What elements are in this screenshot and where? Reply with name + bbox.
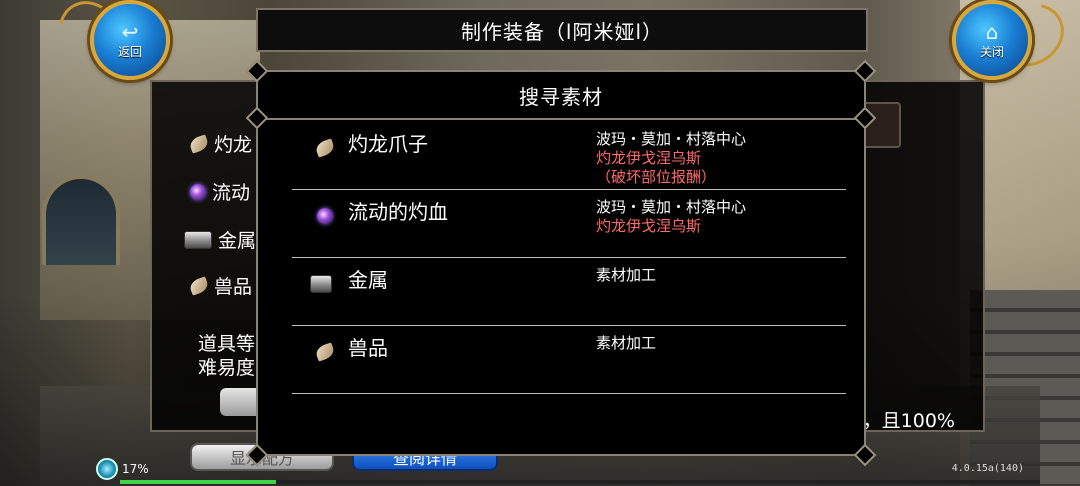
back-item-label: 兽品 <box>214 276 253 298</box>
material-row[interactable]: 灼龙爪子 波玛・莫加・村落中心 灼龙伊戈涅乌斯 （破坏部位报酬） <box>292 122 846 190</box>
back-button-label: 返回 <box>117 44 142 59</box>
close-button[interactable]: ⌂ 关闭 <box>952 0 1032 80</box>
material-name: 兽品 <box>348 336 388 360</box>
back-list-item: 灼龙 <box>188 130 253 157</box>
back-button[interactable]: ↩ 返回 <box>90 0 170 80</box>
material-row[interactable]: 兽品 素材加工 <box>292 326 846 394</box>
back-item-label: 金属 <box>218 230 257 252</box>
source-location: 素材加工 <box>596 334 657 352</box>
status-orb-icon <box>96 458 118 480</box>
difficulty-label: 难易度 <box>198 357 256 379</box>
material-row[interactable]: 流动的灼血 波玛・莫加・村落中心 灼龙伊戈涅乌斯 <box>292 190 846 258</box>
source-monster: 灼龙伊戈涅乌斯 <box>596 149 702 167</box>
material-name: 灼龙爪子 <box>348 132 428 156</box>
claw-icon <box>314 342 336 362</box>
return-arrow-icon: ↩ <box>121 19 139 44</box>
source-location: 波玛・莫加・村落中心 <box>596 130 747 148</box>
claw-icon <box>188 275 210 296</box>
search-materials-dialog: 搜寻素材 灼龙爪子 波玛・莫加・村落中心 灼龙伊戈涅乌斯 （破坏部位报酬） 流动… <box>245 59 877 467</box>
source-location: 素材加工 <box>596 266 657 284</box>
version-label: 4.0.15a(140) <box>951 463 1024 474</box>
back-item-label: 灼龙 <box>214 134 253 156</box>
back-list-item: 金属 <box>184 226 256 253</box>
material-source: 波玛・莫加・村落中心 灼龙伊戈涅乌斯 <box>596 198 746 236</box>
back-panel-description: ，且100% <box>862 410 955 432</box>
source-note: （破坏部位报酬） <box>596 168 717 186</box>
material-source: 素材加工 <box>596 266 656 285</box>
back-list-item: 兽品 <box>188 272 253 299</box>
status-indicator: 17% <box>96 458 149 480</box>
experience-bar <box>120 480 1040 484</box>
back-item-label: 流动 <box>212 182 251 204</box>
close-button-label: 关闭 <box>979 44 1004 59</box>
orb-icon <box>190 183 206 200</box>
material-name: 流动的灼血 <box>348 200 448 224</box>
item-level-label: 道具等 <box>198 333 256 355</box>
ingot-icon <box>310 274 332 294</box>
orb-icon <box>314 206 336 226</box>
material-row[interactable]: 金属 素材加工 <box>292 258 846 326</box>
material-source: 素材加工 <box>596 334 656 353</box>
source-monster: 灼龙伊戈涅乌斯 <box>596 217 702 235</box>
back-list-item: 流动 <box>190 178 250 205</box>
page-title: 制作装备（l阿米娅l） <box>256 8 868 52</box>
dialog-title: 搜寻素材 <box>258 72 864 120</box>
material-list: 灼龙爪子 波玛・莫加・村落中心 灼龙伊戈涅乌斯 （破坏部位报酬） 流动的灼血 波… <box>292 122 846 394</box>
experience-bar-fill <box>120 480 277 484</box>
material-source: 波玛・莫加・村落中心 灼龙伊戈涅乌斯 （破坏部位报酬） <box>596 130 746 187</box>
claw-icon <box>314 138 336 158</box>
ingot-icon <box>184 230 212 249</box>
background-arch-window <box>42 175 120 265</box>
material-name: 金属 <box>348 268 388 292</box>
source-location: 波玛・莫加・村落中心 <box>596 198 747 216</box>
status-percent: 17% <box>122 462 149 476</box>
claw-icon <box>188 133 210 154</box>
home-icon: ⌂ <box>985 19 999 44</box>
